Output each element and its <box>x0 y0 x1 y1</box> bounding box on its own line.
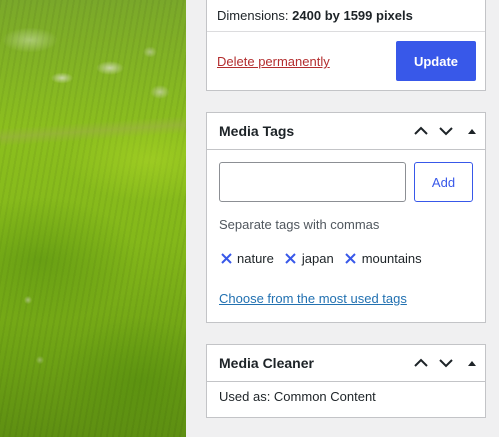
media-tags-title: Media Tags <box>219 123 295 139</box>
update-button[interactable]: Update <box>396 41 476 81</box>
chevron-up-icon[interactable] <box>410 121 432 141</box>
media-cleaner-header: Media Cleaner <box>207 345 485 382</box>
divider <box>207 31 485 32</box>
media-cleaner-panel: Media Cleaner Used as: Common Content <box>206 344 486 418</box>
image-path-detail <box>0 115 187 147</box>
chevron-down-icon[interactable] <box>435 353 457 373</box>
add-tag-button[interactable]: Add <box>414 162 473 202</box>
tag-item: mountains <box>344 251 422 266</box>
caret-up-icon[interactable] <box>461 121 483 141</box>
tag-label: mountains <box>361 251 422 266</box>
tags-hint: Separate tags with commas <box>219 217 380 232</box>
media-tags-panel: Media Tags Add Separate tags with commas… <box>206 112 486 323</box>
tag-item: nature <box>219 251 274 266</box>
media-tags-header: Media Tags <box>207 113 485 150</box>
dimensions-value: 2400 by 1599 pixels <box>292 8 413 23</box>
delete-permanently-link[interactable]: Delete permanently <box>217 54 330 69</box>
media-cleaner-title: Media Cleaner <box>219 355 314 371</box>
dimensions-row: Dimensions: 2400 by 1599 pixels <box>217 8 413 23</box>
chevron-up-icon[interactable] <box>410 353 432 373</box>
chevron-down-icon[interactable] <box>435 121 457 141</box>
tag-list: nature japan mountains <box>219 251 432 266</box>
tag-label: nature <box>237 251 274 266</box>
dimensions-label: Dimensions: <box>217 8 289 23</box>
used-as-text: Used as: Common Content <box>219 389 376 404</box>
attachment-details-panel: Dimensions: 2400 by 1599 pixels Delete p… <box>206 0 486 91</box>
x-icon[interactable] <box>284 252 298 266</box>
x-icon[interactable] <box>219 252 233 266</box>
media-preview-image <box>0 0 187 437</box>
tag-input[interactable] <box>219 162 406 202</box>
tag-item: japan <box>284 251 334 266</box>
choose-most-used-tags-link[interactable]: Choose from the most used tags <box>219 291 407 306</box>
caret-up-icon[interactable] <box>461 353 483 373</box>
tag-label: japan <box>301 251 334 266</box>
x-icon[interactable] <box>344 252 358 266</box>
